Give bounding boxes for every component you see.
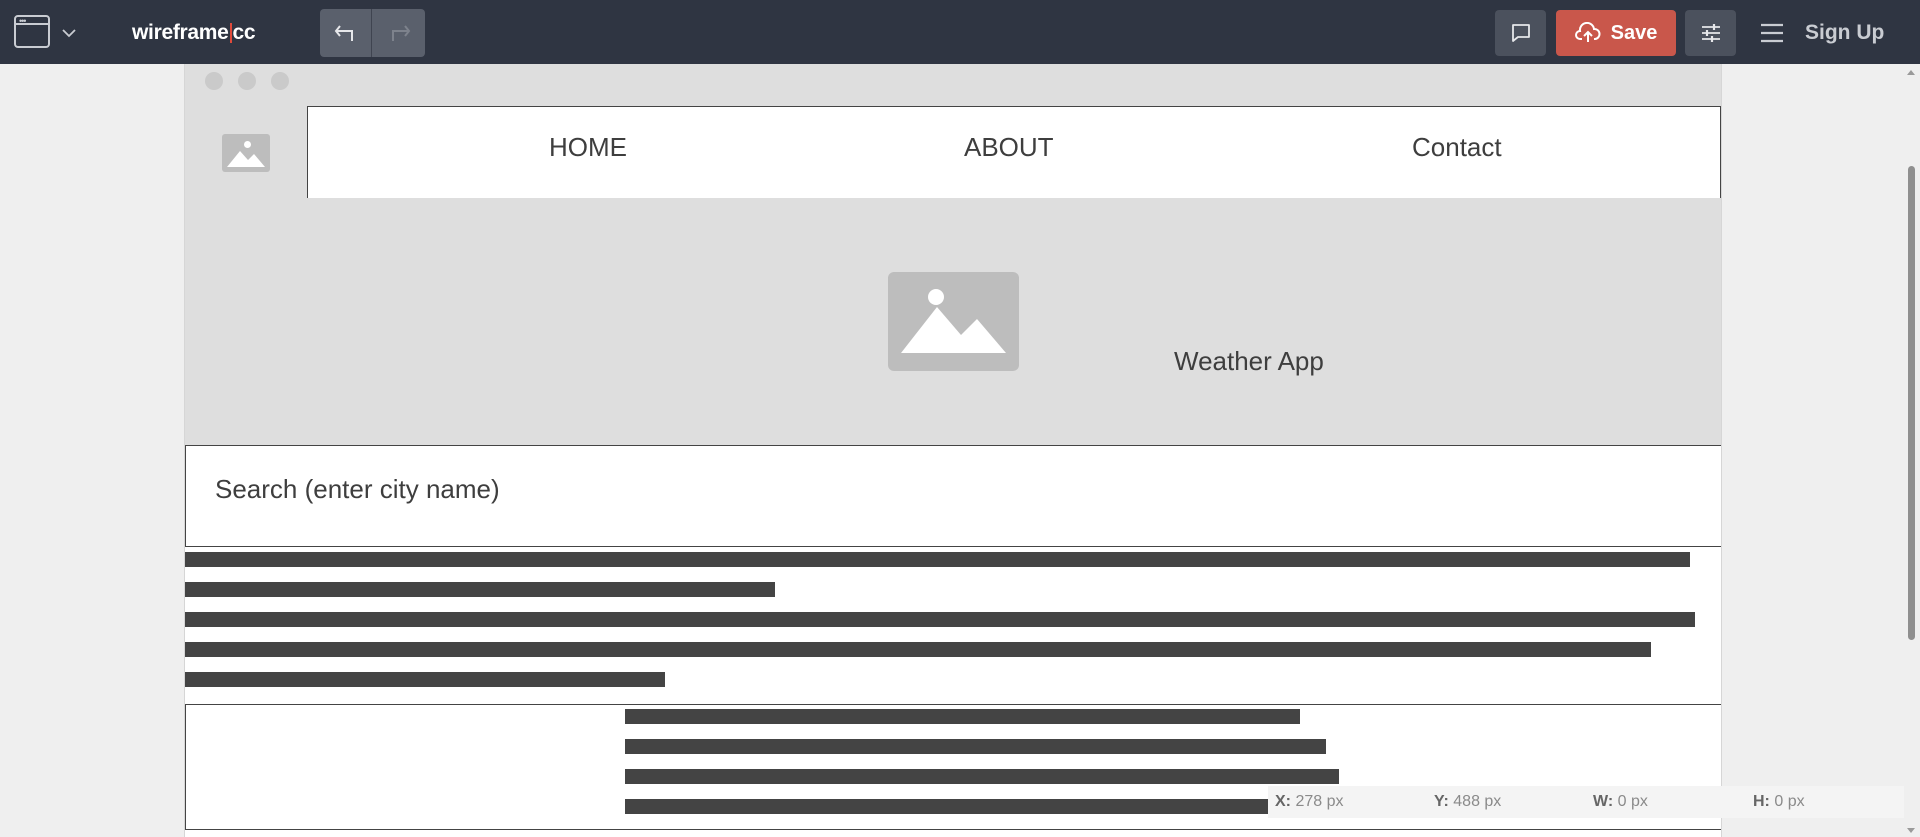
redo-icon (392, 25, 411, 41)
logo-text: wireframe (132, 21, 229, 44)
hamburger-menu-icon[interactable] (1757, 18, 1787, 48)
sign-up-link[interactable]: Sign Up (1805, 18, 1884, 48)
h-readout: H: 0 px (1753, 793, 1805, 810)
undo-icon (334, 25, 353, 41)
comment-icon (1511, 24, 1530, 42)
save-button[interactable]: Save (1556, 10, 1676, 56)
coordinates-readout: X: 278 px Y: 488 px W: 0 px H: 0 px (1268, 786, 1904, 818)
scroll-up-arrow-icon[interactable] (1907, 70, 1915, 75)
cloud-upload-icon (1574, 22, 1601, 42)
text-line-placeholder (625, 739, 1326, 754)
top-toolbar: ••• wireframe cc Save Sign Up (0, 0, 1920, 64)
text-line-placeholder (625, 769, 1339, 784)
text-line-placeholder (185, 642, 1651, 657)
window-dot (205, 72, 223, 90)
image-placeholder-icon[interactable] (888, 272, 1019, 371)
text-line-placeholder (185, 552, 1690, 567)
nav-item-about[interactable]: ABOUT (964, 132, 1054, 163)
text-line-placeholder (185, 612, 1695, 627)
window-dot (271, 72, 289, 90)
settings-button[interactable] (1685, 10, 1736, 56)
nav-item-home[interactable]: HOME (549, 132, 627, 163)
text-line-placeholder (625, 799, 1288, 814)
hero-title: Weather App (1174, 346, 1324, 376)
x-readout: X: 278 px (1275, 793, 1344, 810)
browser-window-icon[interactable]: ••• (14, 15, 50, 48)
text-line-placeholder (185, 672, 665, 687)
sliders-icon (1701, 24, 1720, 42)
comment-button[interactable] (1495, 10, 1546, 56)
undo-redo-group (320, 9, 425, 57)
chevron-down-icon[interactable] (58, 22, 80, 44)
scrollbar-thumb[interactable] (1908, 166, 1915, 640)
text-line-placeholder (625, 709, 1300, 724)
w-readout: W: 0 px (1593, 793, 1648, 810)
logo-divider (229, 23, 232, 43)
redo-button[interactable] (373, 9, 425, 57)
wireframe-canvas[interactable]: HOME ABOUT Contact Weather App Search (e… (184, 64, 1722, 837)
app-logo[interactable]: wireframe cc (132, 18, 256, 48)
search-input[interactable]: Search (enter city name) (185, 445, 1721, 547)
undo-button[interactable] (320, 9, 372, 57)
vertical-scrollbar[interactable] (1903, 64, 1920, 837)
hero-section: Weather App (185, 198, 1721, 445)
window-dot (238, 72, 256, 90)
nav-item-contact[interactable]: Contact (1412, 132, 1502, 163)
save-label: Save (1610, 21, 1658, 44)
scroll-down-arrow-icon[interactable] (1907, 828, 1915, 833)
image-placeholder-icon[interactable] (222, 134, 270, 172)
logo-suffix: cc (232, 21, 256, 44)
y-readout: Y: 488 px (1434, 793, 1502, 810)
nav-bar: HOME ABOUT Contact (307, 106, 1721, 198)
text-line-placeholder (185, 582, 775, 597)
